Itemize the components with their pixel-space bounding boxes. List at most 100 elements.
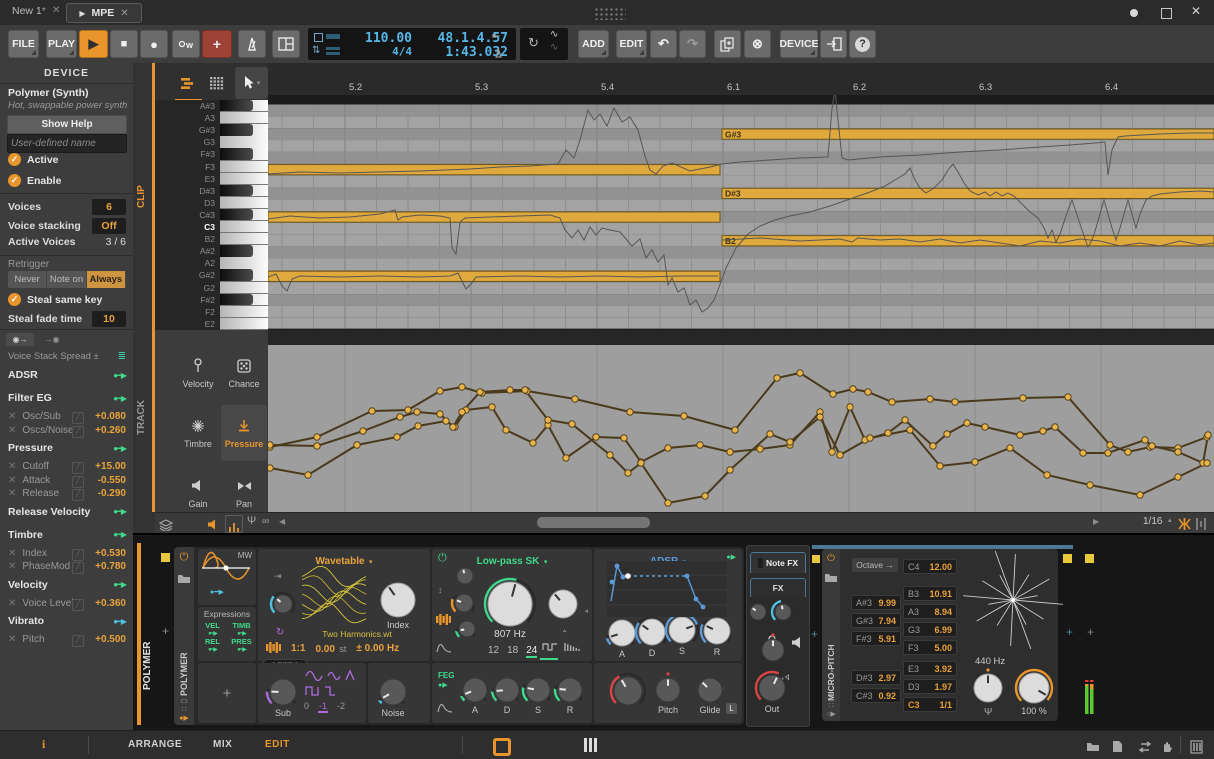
track-clip-slot[interactable]: [161, 553, 170, 562]
env-type-select[interactable]: ADSR: [650, 556, 678, 567]
snap-menu-arrow[interactable]: ▴: [1168, 516, 1172, 524]
adaptive-grid-icon[interactable]: [1195, 515, 1208, 533]
mp-note-G#3[interactable]: G#37.94: [851, 613, 901, 628]
steal-same-key-toggle[interactable]: ✓Steal same key: [8, 293, 102, 306]
expression-vel[interactable]: VEL●━▶: [198, 621, 227, 637]
filter-type-select[interactable]: Low-pass SK: [477, 556, 540, 567]
transport-display-icons[interactable]: ⇅: [312, 31, 344, 57]
mod-route-pitch[interactable]: ✕Pitch╱+0.500: [8, 634, 126, 647]
pressure-point[interactable]: [889, 399, 895, 405]
polymer-power-icon[interactable]: ⏻: [180, 551, 189, 564]
pressure-point[interactable]: [1065, 394, 1071, 400]
window-restore-icon[interactable]: [1161, 8, 1172, 19]
mod-route-attack[interactable]: ✕Attack╱-0.550: [8, 475, 126, 488]
pressure-point[interactable]: [1142, 437, 1148, 443]
edit-button[interactable]: EDIT: [616, 30, 647, 58]
mod-sources-tab[interactable]: ◉→: [6, 333, 34, 346]
pressure-point[interactable]: [459, 409, 465, 415]
horizontal-scrollbar[interactable]: [537, 517, 650, 528]
pressure-point[interactable]: [847, 404, 853, 410]
pressure-point[interactable]: [1125, 449, 1131, 455]
mp-note-D#3[interactable]: D#32.97: [851, 670, 901, 685]
polymer-device-name[interactable]: POLYMER: [179, 596, 189, 696]
layout-toggle-button[interactable]: [272, 30, 300, 58]
lane-button-velocity[interactable]: Velocity: [175, 345, 221, 401]
tab-clip[interactable]: CLIP: [136, 158, 147, 208]
pressure-point[interactable]: [982, 424, 988, 430]
lane-button-pressure[interactable]: Pressure: [221, 405, 267, 461]
pressure-point[interactable]: [1175, 449, 1181, 455]
mod-section-pressure[interactable]: Pressure●━▶: [8, 442, 126, 454]
mp-note-F3[interactable]: F35.00: [903, 640, 957, 655]
piano-key-black-C#3[interactable]: [220, 209, 253, 220]
mp-note-C4[interactable]: C412.00: [903, 559, 957, 574]
mod-targets-tab[interactable]: →◉: [38, 333, 66, 346]
mod-route-oscs-noise[interactable]: ✕Oscs/Noise╱+0.260: [8, 425, 126, 438]
undo-button[interactable]: ↶: [650, 30, 677, 58]
grid-editor-tab[interactable]: [203, 70, 230, 97]
osc-retrig-icon[interactable]: ⇥: [274, 571, 282, 582]
piano-key-A2[interactable]: [220, 257, 268, 269]
pressure-point[interactable]: [1080, 450, 1086, 456]
file-menu-button[interactable]: FILE: [8, 30, 39, 58]
pressure-point[interactable]: [593, 434, 599, 440]
pressure-point[interactable]: [902, 417, 908, 423]
pressure-point[interactable]: [621, 435, 627, 441]
pressure-point[interactable]: [530, 440, 536, 446]
mod-section-adsr[interactable]: ADSR●━▶: [8, 369, 126, 381]
record-button[interactable]: ●: [140, 30, 168, 58]
micropitch-device-name[interactable]: MICRO-PITCH: [826, 593, 836, 701]
pressure-point[interactable]: [450, 424, 456, 430]
pressure-point[interactable]: [563, 455, 569, 461]
filter-spread-icon[interactable]: ↕: [438, 585, 443, 595]
view-edit[interactable]: EDIT: [265, 739, 290, 750]
pressure-point[interactable]: [1044, 472, 1050, 478]
pressure-point[interactable]: [1107, 442, 1113, 448]
end-clip-slot-1[interactable]: [1063, 554, 1072, 563]
pressure-point[interactable]: [1020, 395, 1026, 401]
piano-key-G2[interactable]: [220, 282, 268, 294]
sub-octave--2[interactable]: -2: [336, 701, 346, 713]
piano-key-D3[interactable]: [220, 197, 268, 209]
osc-type-select[interactable]: Wavetable: [315, 556, 364, 567]
pressure-point[interactable]: [477, 389, 483, 395]
osc-detune-value[interactable]: ± 0.00 Hz: [356, 643, 399, 654]
tab-track[interactable]: TRACK: [136, 385, 147, 435]
filter-slope-24[interactable]: 24: [526, 645, 537, 658]
feg-mod-icon[interactable]: ●▶: [438, 681, 448, 689]
mp-note-B3[interactable]: B310.91: [903, 586, 957, 601]
mp-note-D3[interactable]: D31.97: [903, 679, 957, 694]
tempo-display[interactable]: 110.00: [346, 31, 412, 46]
mod-route-voice-level[interactable]: ✕Voice Level╱+0.360: [8, 598, 126, 611]
pressure-point[interactable]: [397, 414, 403, 420]
sub-octave-0[interactable]: 0: [303, 701, 310, 713]
pressure-point[interactable]: [369, 408, 375, 414]
sub-octave--1[interactable]: -1: [318, 701, 328, 713]
tab1-close-icon[interactable]: ✕: [52, 5, 60, 16]
pressure-point[interactable]: [1149, 443, 1155, 449]
mixer-strip-icon[interactable]: [584, 738, 598, 752]
pressure-point[interactable]: [268, 465, 273, 471]
mod-section-timbre[interactable]: Timbre●━▶: [8, 529, 126, 541]
glide-mode-badge[interactable]: L: [726, 703, 737, 714]
expression-timb[interactable]: TIMB●━▶: [227, 621, 256, 637]
browser-panel-icon[interactable]: [1086, 738, 1100, 756]
micropitch-modroute-icon[interactable]: ○▶: [826, 710, 836, 718]
mp-note-A3[interactable]: A38.94: [903, 604, 957, 619]
metronome-small-icon[interactable]: [493, 44, 504, 62]
pressure-point[interactable]: [489, 404, 495, 410]
device-view-button[interactable]: DEVICE: [780, 30, 818, 58]
tab-project-2[interactable]: ▶ MPE ✕: [66, 3, 142, 23]
add-device-button-2[interactable]: +: [1087, 625, 1094, 639]
piano-key-black-D#3[interactable]: [220, 185, 253, 196]
pressure-point[interactable]: [625, 470, 631, 476]
piano-key-G3[interactable]: [220, 136, 268, 148]
histogram-button[interactable]: [225, 515, 243, 533]
pressure-point[interactable]: [394, 434, 400, 440]
micropitch-preset-icon[interactable]: [824, 569, 838, 587]
piano-key-black-A#3[interactable]: [220, 100, 253, 111]
mod-section-velocity[interactable]: Velocity●━▶: [8, 579, 126, 591]
piano-keyboard[interactable]: A#3A3G#3G3F#3F3E3D#3D3C#3C3B2A#2A2G#2G2F…: [155, 100, 268, 330]
pressure-point[interactable]: [1105, 450, 1111, 456]
pressure-point[interactable]: [927, 396, 933, 402]
